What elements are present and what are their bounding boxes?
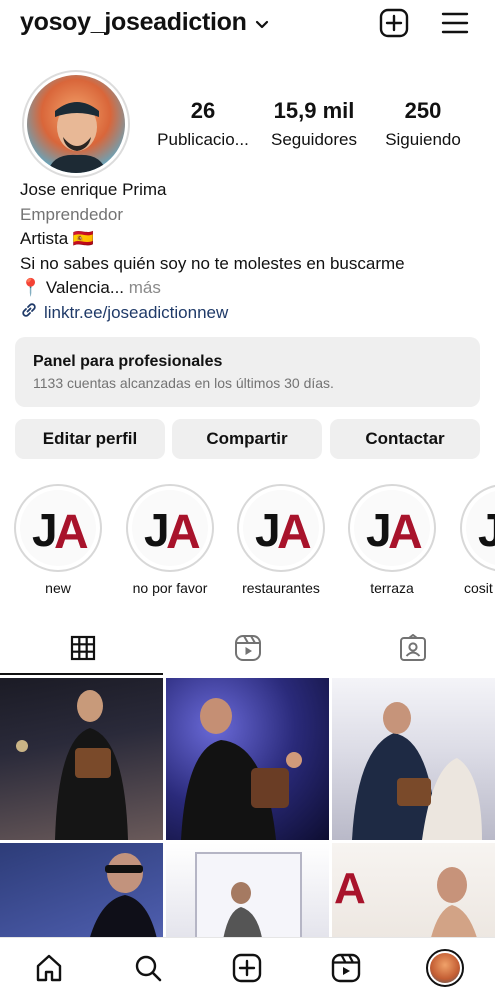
home-icon[interactable] xyxy=(31,950,67,986)
svg-text:J: J xyxy=(478,504,495,556)
search-icon[interactable] xyxy=(130,950,166,986)
bottom-navigation xyxy=(0,937,495,1000)
bio: Jose enrique Prima Emprendedor Artista 🇪… xyxy=(20,178,480,326)
post-thumbnail[interactable] xyxy=(0,843,163,938)
following-number: 250 xyxy=(404,98,442,123)
profile-avatar-nav[interactable] xyxy=(426,949,464,987)
profile-category: Emprendedor xyxy=(20,204,124,224)
highlight-label: restaurantes xyxy=(242,580,320,596)
highlight-no-por-favor[interactable]: JA no por favor xyxy=(126,484,214,596)
tab-reels[interactable] xyxy=(165,625,330,675)
highlight-restaurantes[interactable]: JA restaurantes xyxy=(237,484,325,596)
profile-avatar[interactable] xyxy=(22,70,130,178)
highlight-logo-icon: JA xyxy=(132,490,208,566)
dashboard-subtitle: 1133 cuentas alcanzadas en los últimos 3… xyxy=(33,375,334,391)
post-thumbnail[interactable] xyxy=(166,678,329,840)
create-post-icon[interactable] xyxy=(379,8,409,38)
professional-dashboard[interactable]: Panel para profesionales 1133 cuentas al… xyxy=(15,337,480,407)
tagged-icon xyxy=(399,633,427,667)
account-switcher[interactable]: yosoy_joseadiction xyxy=(20,8,269,37)
bio-link-text: linktr.ee/joseadictionnew xyxy=(44,303,229,322)
post-thumbnail[interactable] xyxy=(166,843,329,938)
bio-location: 📍 Valencia xyxy=(20,278,110,297)
followers-count[interactable]: 15,9 mil Seguidores xyxy=(264,98,364,150)
edit-profile-button[interactable]: Editar perfil xyxy=(15,419,165,459)
highlight-logo-icon: JA xyxy=(243,490,319,566)
dashboard-title: Panel para profesionales xyxy=(33,353,223,370)
highlight-label: cosit xyxy=(464,580,493,596)
svg-text:A: A xyxy=(277,506,312,559)
svg-text:A: A xyxy=(388,506,423,559)
bio-line-2: Si no sabes quién soy no te molestes en … xyxy=(20,253,405,273)
chevron-down-icon xyxy=(255,8,269,37)
create-icon[interactable] xyxy=(229,950,265,986)
post-thumbnail[interactable]: A xyxy=(332,843,495,938)
highlight-logo-icon: JA xyxy=(354,490,430,566)
svg-text:A: A xyxy=(166,506,201,559)
post-thumbnail[interactable] xyxy=(332,678,495,840)
reels-nav-icon[interactable] xyxy=(328,950,364,986)
tab-tagged[interactable] xyxy=(330,625,495,675)
bio-location-row: 📍 Valencia... más xyxy=(20,276,480,301)
posts-grid: A xyxy=(0,678,495,938)
followers-label: Seguidores xyxy=(270,130,357,149)
profile-tabs xyxy=(0,625,495,675)
following-count[interactable]: 250 Siguiendo xyxy=(380,98,466,150)
avatar xyxy=(430,953,460,983)
menu-icon[interactable] xyxy=(440,8,470,38)
highlight-logo-icon: JA xyxy=(20,490,96,566)
bio-link[interactable]: linktr.ee/joseadictionnew xyxy=(20,301,480,327)
tab-posts-grid[interactable] xyxy=(0,625,165,675)
svg-text:A: A xyxy=(54,506,89,559)
posts-count[interactable]: 26 Publicacio... xyxy=(155,98,251,150)
highlight-label: new xyxy=(45,580,71,596)
post-thumbnail[interactable] xyxy=(0,678,163,840)
profile-photo xyxy=(27,75,125,173)
svg-text:A: A xyxy=(334,864,366,913)
contact-button[interactable]: Contactar xyxy=(330,419,480,459)
highlight-terraza[interactable]: JA terraza xyxy=(348,484,436,596)
following-label: Siguiendo xyxy=(385,130,461,149)
more-link[interactable]: más xyxy=(129,278,161,297)
link-icon xyxy=(20,301,38,327)
highlight-logo-icon: JA xyxy=(466,490,495,566)
highlight-new[interactable]: JA new xyxy=(14,484,102,596)
followers-number: 15,9 mil xyxy=(273,98,355,123)
highlight-cosit[interactable]: JA cosit xyxy=(460,484,495,596)
bio-ellipsis: ... xyxy=(109,278,125,297)
bio-line-1: Artista 🇪🇸 xyxy=(20,229,95,248)
reels-icon xyxy=(234,634,262,667)
active-tab-indicator xyxy=(0,673,163,675)
highlight-label: no por favor xyxy=(132,580,208,596)
posts-label: Publicacio... xyxy=(157,130,249,149)
posts-number: 26 xyxy=(190,98,216,123)
share-profile-button[interactable]: Compartir xyxy=(172,419,322,459)
display-name: Jose enrique Prima xyxy=(20,180,167,199)
top-bar: yosoy_joseadiction xyxy=(0,0,495,50)
grid-icon xyxy=(70,635,96,666)
highlight-label: terraza xyxy=(370,580,414,596)
username: yosoy_joseadiction xyxy=(20,8,247,36)
